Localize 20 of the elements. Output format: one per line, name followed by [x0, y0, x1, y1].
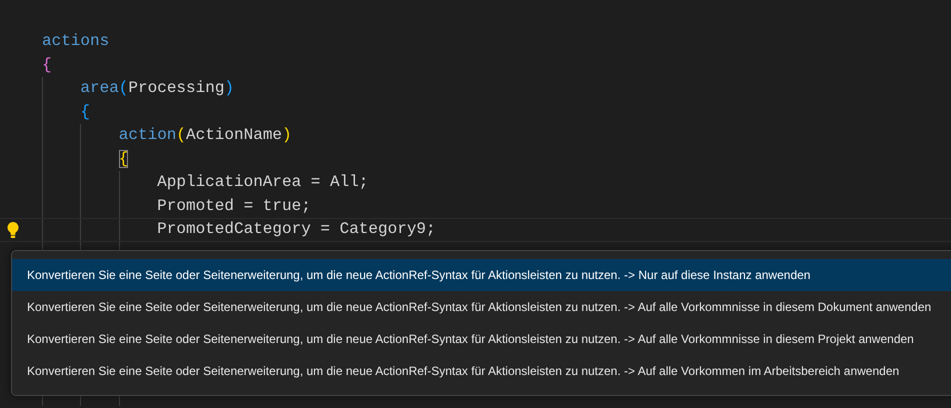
menu-item[interactable]: Konvertieren Sie eine Seite oder Seitenerweiterung, um die neue ActionRef-Syntax für Aktionsleisten zu nutzen. -> Auf alle Vorkommnisse in diesem Dokument anwenden [12, 291, 951, 323]
code-text: ApplicationArea = All; [157, 173, 368, 191]
menu-item[interactable]: Konvertieren Sie eine Seite oder Seitenerweiterung, um die neue ActionRef-Syntax für Aktionsleisten zu nutzen. -> Auf alle Vorkommen im Arbeitsbereich anwenden [12, 355, 951, 387]
code-bracket: ) [224, 79, 234, 97]
code-keyword: area [80, 79, 119, 97]
menu-item[interactable]: Konvertieren Sie eine Seite oder Seitenerweiterung, um die neue ActionRef-Syntax für Aktionsleisten zu nutzen. -> Auf alle Vorkommnisse in diesem Projekt anwenden [12, 323, 951, 355]
lightbulb-icon[interactable] [5, 221, 21, 239]
code-bracket: ( [118, 79, 128, 97]
code-keyword: actions [42, 32, 110, 50]
code-text: PromotedCategory = Category9; [157, 220, 436, 238]
code-bracket: ( [176, 126, 186, 144]
code-text: Processing [128, 79, 224, 97]
code-bracket: ) [282, 126, 292, 144]
code-bracket: { [80, 102, 90, 120]
code-bracket: { [118, 150, 128, 168]
menu-item[interactable]: Konvertieren Sie eine Seite oder Seitenerweiterung, um die neue ActionRef-Syntax für Aktionsleisten zu nutzen. -> Nur auf diese Instanz anwenden [12, 259, 951, 291]
code-keyword: action [118, 126, 176, 144]
code-bracket: { [42, 56, 52, 74]
code-text: ActionName [186, 126, 282, 144]
code-text: Promoted = true; [157, 196, 311, 214]
